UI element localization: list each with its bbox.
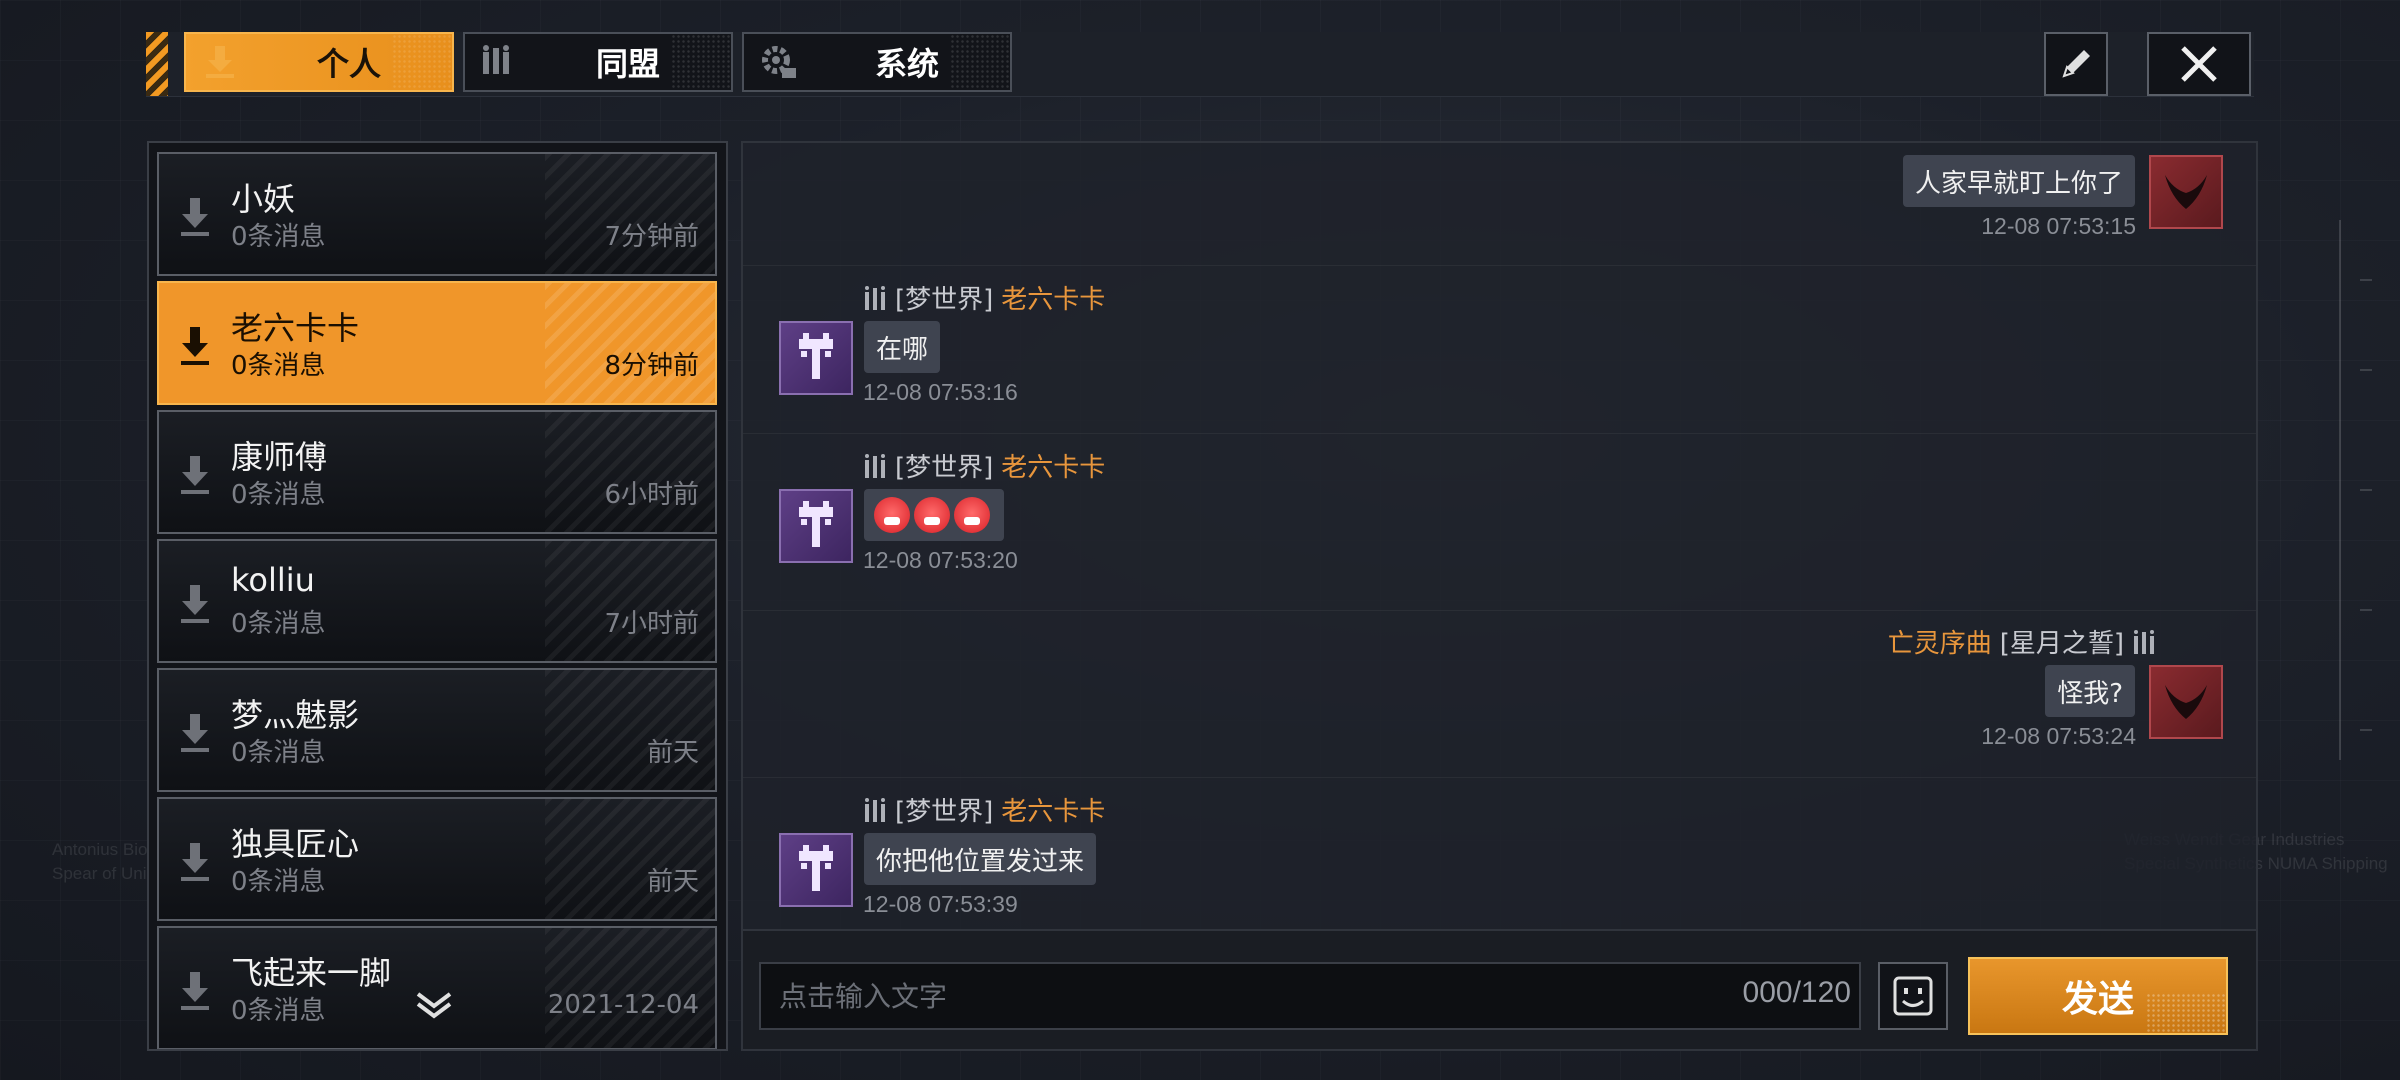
top-bar-accent-stripe	[146, 32, 168, 96]
sender-nickname[interactable]: 老六卡卡	[1001, 791, 1105, 828]
angry-face-icon	[954, 497, 990, 533]
alliance-icon	[865, 453, 885, 478]
download-arrow-icon	[181, 585, 209, 623]
edit-button[interactable]	[2044, 32, 2108, 96]
alliance-icon	[865, 797, 885, 822]
contact-name: 老六卡卡	[231, 309, 360, 347]
emoji-button[interactable]	[1878, 962, 1948, 1030]
alliance-icon	[2134, 629, 2154, 654]
contact-time: 前天	[646, 738, 699, 768]
send-button[interactable]: 发送	[1968, 957, 2228, 1035]
contact-message-count: 0条消息	[231, 867, 326, 897]
chevron-down-icon[interactable]	[412, 988, 456, 1022]
contact-item[interactable]: kolliu 0条消息 7小时前	[157, 539, 717, 663]
tab-personal-label: 个人	[316, 45, 381, 83]
close-icon	[2181, 46, 2217, 82]
contact-message-count: 0条消息	[231, 480, 326, 510]
contact-time: 6小时前	[604, 480, 699, 510]
message-bubble: 人家早就盯上你了	[1902, 155, 2135, 207]
avatar[interactable]	[779, 321, 853, 395]
message-bubble: 怪我?	[2045, 665, 2135, 717]
sender-guild: [梦世界]	[895, 453, 994, 483]
download-arrow-icon	[181, 456, 209, 494]
horned-skull-icon	[2165, 175, 2207, 209]
contact-message-count: 0条消息	[231, 609, 326, 639]
angry-face-icon	[914, 497, 950, 533]
sender-guild: [梦世界]	[895, 285, 994, 315]
sender-nickname[interactable]: 亡灵序曲	[1888, 623, 1992, 660]
download-arrow-icon	[206, 46, 234, 78]
contact-list[interactable]: 小妖 0条消息 7分钟前 老六卡卡 0条消息 8分钟前 康师傅 0条消息 6小时…	[147, 141, 728, 1051]
tab-personal[interactable]: 个人	[184, 32, 454, 92]
message-bubble: 在哪	[864, 321, 941, 373]
contact-name: 小妖	[231, 180, 296, 218]
contact-time: 8分钟前	[604, 351, 699, 381]
contact-time: 2021-12-04	[547, 990, 699, 1020]
contact-item-selected[interactable]: 老六卡卡 0条消息 8分钟前	[157, 281, 717, 405]
avatar[interactable]	[779, 833, 853, 907]
contact-name: 康师傅	[231, 438, 328, 476]
close-button[interactable]	[2147, 32, 2251, 96]
gear-icon	[762, 46, 796, 78]
contact-name: kolliu	[231, 561, 315, 599]
sender-guild: [梦世界]	[895, 797, 994, 827]
message-timestamp: 12-08 07:53:15	[1981, 213, 2136, 239]
sender-nickname[interactable]: 老六卡卡	[1001, 279, 1105, 316]
message-sender: [梦世界] 老六卡卡	[863, 447, 1105, 484]
contact-message-count: 0条消息	[231, 222, 326, 252]
alliance-icon	[865, 285, 885, 310]
message-timestamp: 12-08 07:53:20	[863, 547, 1018, 573]
message-sender: [梦世界] 老六卡卡	[863, 791, 1105, 828]
download-arrow-icon	[181, 327, 209, 365]
contact-name: 独具匠心	[231, 825, 360, 863]
tab-system[interactable]: 系统	[742, 32, 1012, 92]
avatar[interactable]	[2149, 155, 2223, 229]
contact-name: 飞起来一脚	[231, 954, 392, 992]
tab-alliance-label: 同盟	[595, 45, 660, 83]
horned-skull-icon	[2165, 685, 2207, 719]
angry-face-icon	[874, 497, 910, 533]
chat-window[interactable]: 人家早就盯上你了 12-08 07:53:15 [梦世界] 老六卡卡 在哪 12…	[741, 141, 2258, 931]
avatar[interactable]	[779, 489, 853, 563]
contact-time: 7小时前	[604, 609, 699, 639]
message-bubble-emoji	[864, 489, 1004, 541]
sender-guild: [星月之誓]	[1999, 629, 2124, 659]
avatar[interactable]	[2149, 665, 2223, 739]
contact-item[interactable]: 独具匠心 0条消息 前天	[157, 797, 717, 921]
contact-message-count: 0条消息	[231, 738, 326, 768]
tab-alliance[interactable]: 同盟	[463, 32, 733, 92]
character-counter: 000/120	[1742, 976, 1851, 1009]
download-arrow-icon	[181, 972, 209, 1010]
alliance-icon	[483, 45, 509, 74]
emblem-icon	[799, 845, 833, 891]
smiley-icon	[1893, 976, 1933, 1016]
decorative-ticks	[2339, 220, 2372, 760]
contact-time: 7分钟前	[604, 222, 699, 252]
sender-nickname[interactable]: 老六卡卡	[1001, 447, 1105, 484]
chat-text-input[interactable]	[759, 962, 1861, 1030]
contact-message-count: 0条消息	[231, 996, 326, 1026]
emblem-icon	[799, 501, 833, 547]
message-bubble: 你把他位置发过来	[864, 833, 1097, 885]
message-timestamp: 12-08 07:53:16	[863, 379, 1018, 405]
contact-item[interactable]: 康师傅 0条消息 6小时前	[157, 410, 717, 534]
tab-system-label: 系统	[874, 45, 939, 83]
contact-message-count: 0条消息	[231, 351, 326, 381]
download-arrow-icon	[181, 714, 209, 752]
emblem-icon	[799, 333, 833, 379]
message-timestamp: 12-08 07:53:24	[1981, 723, 2136, 749]
download-arrow-icon	[181, 198, 209, 236]
contact-item[interactable]: 梦灬魅影 0条消息 前天	[157, 668, 717, 792]
send-button-label: 发送	[2061, 979, 2134, 1020]
message-sender: 亡灵序曲 [星月之誓]	[1888, 623, 2156, 660]
contact-time: 前天	[646, 867, 699, 897]
message-sender: [梦世界] 老六卡卡	[863, 279, 1105, 316]
download-arrow-icon	[181, 843, 209, 881]
message-timestamp: 12-08 07:53:39	[863, 891, 1018, 917]
contact-item[interactable]: 小妖 0条消息 7分钟前	[157, 152, 717, 276]
contact-name: 梦灬魅影	[231, 696, 360, 734]
pencil-icon	[2062, 50, 2090, 78]
background-text-left: Antonius Bio Spear of Uni	[52, 840, 148, 883]
